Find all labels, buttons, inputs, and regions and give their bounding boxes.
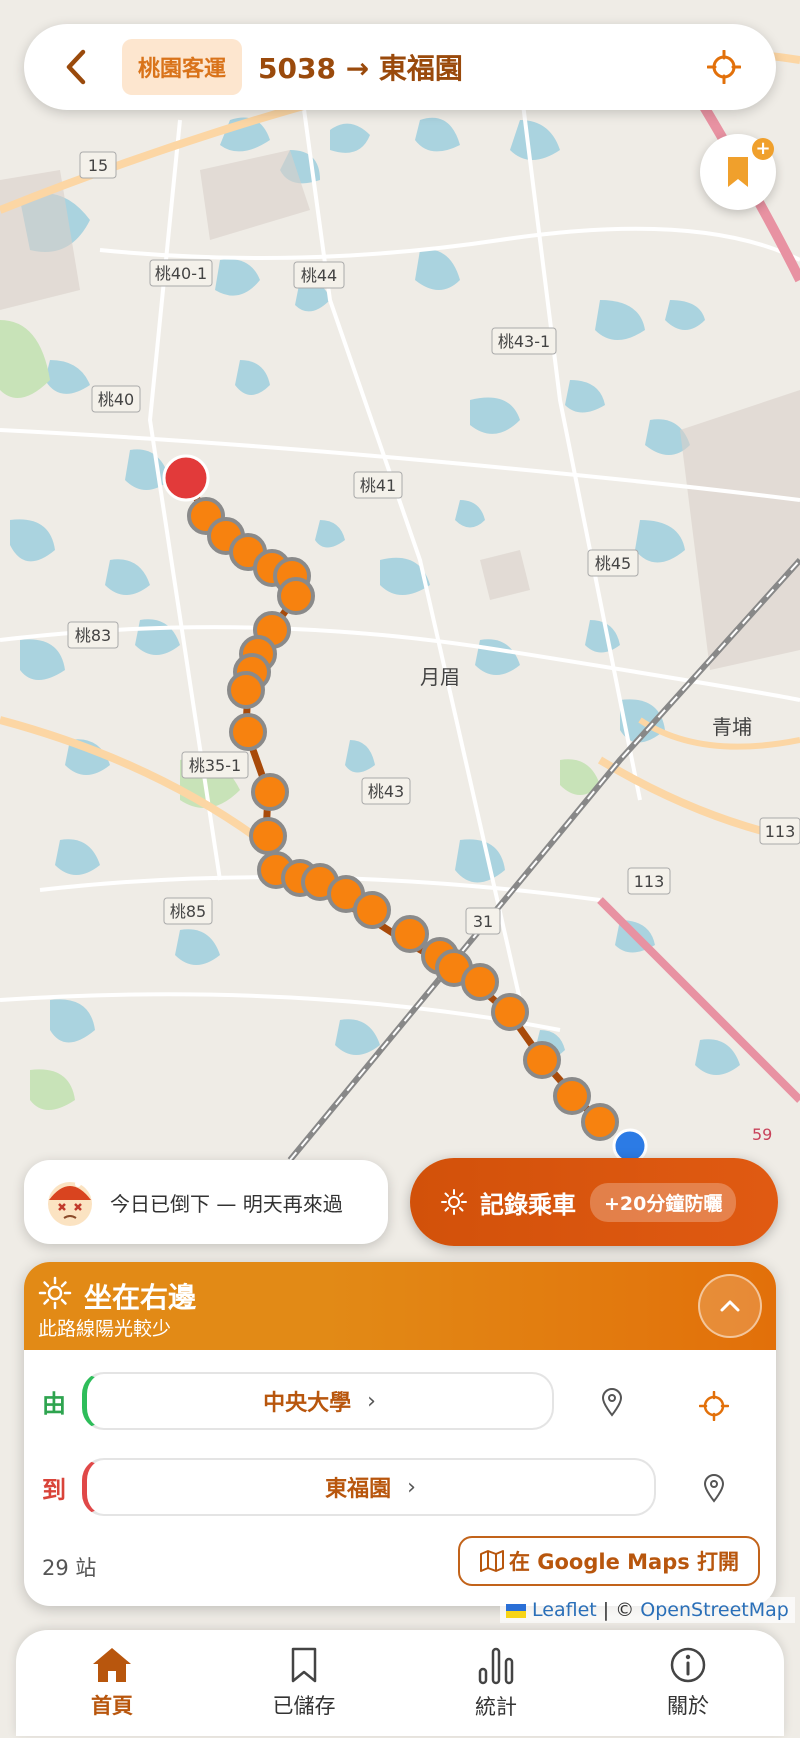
road-label: 桃35-1: [189, 756, 241, 775]
crosshair-icon: [707, 50, 741, 84]
info-icon: [670, 1647, 706, 1683]
place-label-yuemei: 月眉: [420, 665, 460, 689]
open-google-maps-label: 在 Google Maps 打開: [508, 1550, 740, 1574]
from-stop-name: 中央大學: [263, 1391, 352, 1416]
home-icon: [93, 1648, 131, 1682]
road-label: 桃40: [98, 390, 134, 409]
bottom-tab-bar: 首頁 已儲存 統計 關於: [16, 1630, 784, 1736]
sun-icon: [441, 1189, 467, 1215]
chevron-up-icon: [720, 1300, 740, 1312]
route-header: 桃園客運 5038 → 東福園: [24, 24, 776, 110]
plus-icon: +: [752, 138, 774, 160]
leaflet-link[interactable]: Leaflet: [532, 1599, 597, 1621]
road-label: 113: [765, 822, 796, 841]
tab-about[interactable]: 關於: [592, 1630, 784, 1736]
road-label: 桃41: [360, 476, 396, 495]
tab-label: 關於: [667, 1694, 709, 1718]
crosshair-icon: [699, 1391, 729, 1421]
to-label: 到: [42, 1476, 66, 1504]
tab-label: 已儲存: [272, 1694, 336, 1718]
map-pin-icon: [601, 1388, 623, 1417]
chevron-right-icon: ›: [367, 1388, 376, 1414]
record-ride-label: 記錄乘車: [480, 1190, 576, 1219]
from-map-pin-button[interactable]: [592, 1382, 632, 1422]
to-stop-field[interactable]: 東福園 ›: [82, 1458, 656, 1516]
bookmark-icon: [728, 157, 748, 187]
tab-saved[interactable]: 已儲存: [208, 1630, 400, 1736]
operator-badge: 桃園客運: [122, 39, 243, 95]
tab-label: 統計: [475, 1695, 517, 1719]
route-title: 5038 → 東福園: [258, 52, 463, 85]
ukraine-flag-icon: [506, 1603, 526, 1618]
mascot-status: 今日已倒下 — 明天再來過: [24, 1160, 388, 1244]
back-button[interactable]: [48, 39, 104, 95]
tab-home[interactable]: 首頁: [16, 1630, 208, 1736]
road-label: 桃85: [170, 902, 206, 921]
seat-title: 坐在右邊: [84, 1281, 197, 1314]
from-label: 由: [42, 1390, 66, 1418]
seat-subtitle: 此路線陽光較少: [38, 1318, 172, 1340]
chevron-left-icon: [66, 49, 86, 85]
to-map-pin-button[interactable]: [694, 1468, 734, 1508]
stop-count: 29 站: [42, 1556, 97, 1580]
map-icon: [479, 1550, 504, 1572]
seat-panel: 坐在右邊 此路線陽光較少 由 中央大學 › 到 東福園 › 29 站 在 Goo…: [24, 1262, 776, 1606]
seat-recommendation: 坐在右邊 此路線陽光較少: [24, 1262, 776, 1350]
road-label: 桃44: [301, 266, 337, 285]
road-label: 15: [88, 156, 108, 175]
sun-icon: [38, 1276, 72, 1310]
chevron-right-icon: ›: [407, 1474, 416, 1500]
osm-link[interactable]: OpenStreetMap: [640, 1599, 789, 1621]
road-label: 桃43: [368, 782, 404, 801]
mascot-knocked-out-icon: [48, 1181, 92, 1226]
from-stop-field[interactable]: 中央大學 ›: [82, 1372, 554, 1430]
save-route-button[interactable]: +: [700, 134, 776, 210]
road-label: 31: [473, 912, 493, 931]
place-label-qingpu: 青埔: [712, 715, 752, 739]
road-label: 113: [634, 872, 665, 891]
collapse-button[interactable]: [698, 1274, 762, 1338]
road-label: 桃40-1: [155, 264, 207, 283]
map-pin-icon: [703, 1474, 725, 1503]
tab-label: 首頁: [91, 1694, 133, 1718]
road-label: 桃43-1: [498, 332, 550, 351]
locate-button[interactable]: [694, 37, 754, 97]
map-attribution: Leaflet | © OpenStreetMap: [500, 1597, 795, 1623]
tab-stats[interactable]: 統計: [400, 1630, 592, 1736]
start-marker[interactable]: [162, 454, 210, 502]
to-stop-name: 東福園: [325, 1477, 392, 1502]
road-label: 桃83: [75, 626, 111, 645]
road-label: 桃45: [595, 554, 631, 573]
stats-icon: [478, 1647, 514, 1685]
from-locate-button[interactable]: [694, 1386, 734, 1426]
road-label: 59: [752, 1125, 772, 1144]
reward-badge: +20分鐘防曬: [590, 1182, 737, 1222]
bookmark-icon: [291, 1647, 317, 1683]
attribution-separator: | ©: [596, 1599, 641, 1621]
status-text: 今日已倒下 — 明天再來過: [110, 1191, 343, 1216]
record-ride-button[interactable]: 記錄乘車 +20分鐘防曬: [410, 1158, 778, 1246]
open-google-maps-button[interactable]: 在 Google Maps 打開: [458, 1536, 760, 1586]
